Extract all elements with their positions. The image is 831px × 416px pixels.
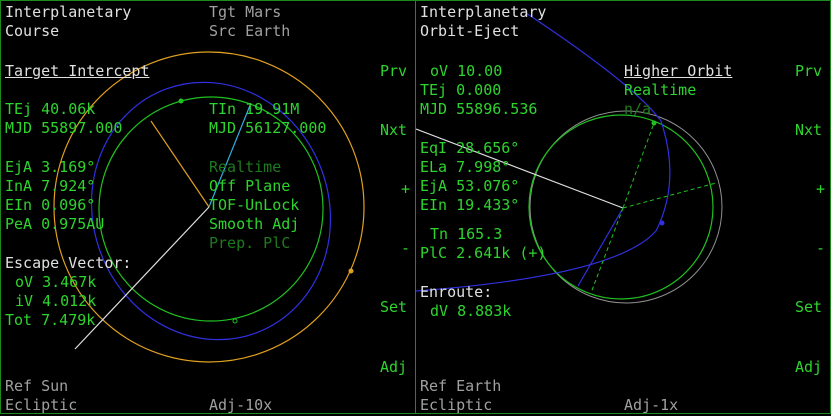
mode-title: Higher Orbit xyxy=(624,62,733,80)
periapsis-marker xyxy=(659,220,665,226)
enroute-label: Enroute: xyxy=(420,283,493,301)
mfd-title-line2: Course xyxy=(5,22,60,40)
right-mfd-panel: Interplanetary Orbit-Eject oV 10.00 TEj … xyxy=(415,0,831,414)
reference-body: Ref Earth xyxy=(420,377,502,395)
mfd-title-line2: Orbit-Eject xyxy=(420,22,520,40)
set-button[interactable]: Set xyxy=(380,298,407,317)
ejection-inclination: EIn 0.096° xyxy=(5,196,96,214)
adjust-step: Adj-10x xyxy=(209,396,273,414)
mfd-title-line1: Interplanetary xyxy=(420,3,547,21)
enroute-dv: dV 8.883k xyxy=(430,302,512,320)
reference-body: Ref Sun xyxy=(5,377,69,395)
reference-frame: Ecliptic xyxy=(420,396,493,414)
next-button[interactable]: Nxt xyxy=(795,121,822,140)
intercept-marker xyxy=(232,318,238,324)
option-off-plane: Off Plane xyxy=(209,177,291,195)
decrease-button[interactable]: - xyxy=(816,239,825,258)
reference-frame: Ecliptic xyxy=(5,396,78,414)
left-mfd-panel: Interplanetary Course Tgt Mars Src Earth… xyxy=(0,0,416,414)
inclination-angle: InA 7.924° xyxy=(5,177,96,195)
dashed-line-3 xyxy=(590,207,624,294)
escape-total: Tot 7.479k xyxy=(5,311,96,329)
next-button[interactable]: Nxt xyxy=(380,121,407,140)
option-realtime: Realtime xyxy=(624,81,697,99)
intercept-mjd: MJD 56127.000 xyxy=(209,119,327,137)
ejection-time: TEj 0.000 xyxy=(420,81,502,99)
target-direction-line xyxy=(150,120,210,208)
option-realtime: Realtime xyxy=(209,158,282,176)
source-planet-marker xyxy=(178,98,184,104)
vessel-marker xyxy=(651,120,657,126)
option-tof-unlock: TOF-UnLock xyxy=(209,196,300,214)
periapsis-distance: PeA 0.975AU xyxy=(5,215,105,233)
target-body: Tgt Mars xyxy=(209,3,282,21)
escape-ov: oV 3.467k xyxy=(15,273,97,291)
option-smooth-adj: Smooth Adj xyxy=(209,215,300,233)
mfd-title-line1: Interplanetary xyxy=(5,3,132,21)
intercept-time: TIn 19.91M xyxy=(209,100,300,118)
prev-button[interactable]: Prv xyxy=(380,62,407,81)
ejection-time: TEj 40.06k xyxy=(5,100,96,118)
ejection-mjd: MJD 55897.000 xyxy=(5,119,123,137)
orbit-velocity: oV 10.00 xyxy=(430,62,503,80)
eject-vector-line xyxy=(577,207,624,287)
increase-button[interactable]: + xyxy=(816,180,825,199)
option-na: n/a xyxy=(624,100,652,118)
prev-button[interactable]: Prv xyxy=(795,62,822,81)
dashed-line-1 xyxy=(622,122,655,209)
ejection-latitude: ELa 7.998° xyxy=(420,158,511,176)
escape-vector-label: Escape Vector: xyxy=(5,254,132,272)
target-planet-marker xyxy=(348,268,354,274)
ejection-angle: EjA 53.076° xyxy=(420,177,520,195)
source-body: Src Earth xyxy=(209,22,291,40)
plane-change: PlC 2.641k (+) xyxy=(420,244,547,262)
adjust-step: Adj-1x xyxy=(624,396,679,414)
ejection-angle: EjA 3.169° xyxy=(5,158,96,176)
adj-button[interactable]: Adj xyxy=(795,358,822,377)
equatorial-inclination: EqI 28.656° xyxy=(420,139,520,157)
escape-iv: iV 4.012k xyxy=(15,292,97,310)
option-prep-plc: Prep. PlC xyxy=(209,234,291,252)
section-title: Target Intercept xyxy=(5,62,150,80)
decrease-button[interactable]: - xyxy=(401,239,410,258)
adj-button[interactable]: Adj xyxy=(380,358,407,377)
ejection-inclination: EIn 19.433° xyxy=(420,196,520,214)
time-to-node: Tn 165.3 xyxy=(430,225,503,243)
increase-button[interactable]: + xyxy=(401,180,410,199)
ejection-mjd: MJD 55896.536 xyxy=(420,100,538,118)
set-button[interactable]: Set xyxy=(795,298,822,317)
